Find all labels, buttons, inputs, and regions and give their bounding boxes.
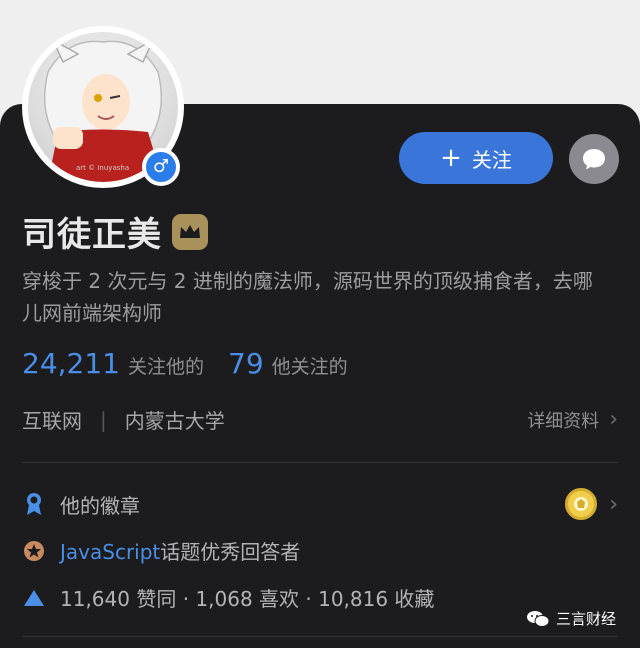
achievements-text: 11,640 赞同 · 1,068 喜欢 · 10,816 收藏 bbox=[60, 587, 435, 611]
star-badge-icon bbox=[22, 539, 46, 563]
following-label[interactable]: 他关注的 bbox=[272, 352, 348, 379]
gold-medal-icon bbox=[565, 488, 598, 520]
crown-icon[interactable] bbox=[172, 213, 208, 250]
ribbon-medal-icon bbox=[22, 492, 46, 516]
profile-bio: 穿梭于 2 次元与 2 进制的魔法师，源码世界的顶级捕食者，去哪儿网前端架构师 bbox=[22, 269, 593, 325]
meta-separator: | bbox=[100, 407, 107, 432]
section-divider bbox=[22, 462, 618, 463]
follow-label: 关注 bbox=[471, 147, 512, 172]
name-row: 司徒正美 bbox=[22, 207, 208, 256]
detail-label: 详细资料 bbox=[527, 410, 600, 432]
watermark-text: 三言财经 bbox=[556, 610, 617, 628]
industry-label: 互联网 bbox=[22, 409, 82, 433]
topic-row[interactable]: JavaScript话题优秀回答者 bbox=[22, 536, 618, 565]
watermark: 三言财经 bbox=[526, 608, 616, 629]
topic-suffix: 话题优秀回答者 bbox=[160, 540, 301, 564]
profile-meta: 互联网 | 内蒙古大学 详细资料 › bbox=[22, 405, 618, 434]
school-label: 内蒙古大学 bbox=[124, 409, 225, 433]
profile-name: 司徒正美 bbox=[22, 215, 162, 255]
badges-row[interactable]: 他的徽章 › bbox=[22, 488, 618, 520]
plus-icon: + bbox=[440, 143, 462, 173]
wechat-icon bbox=[527, 610, 550, 627]
upvote-triangle-icon bbox=[22, 586, 46, 610]
message-button[interactable] bbox=[569, 134, 619, 184]
bottom-divider bbox=[22, 636, 618, 637]
detail-link[interactable]: 详细资料 › bbox=[527, 407, 618, 433]
followers-count[interactable]: 24,211 bbox=[22, 347, 120, 380]
topic-name[interactable]: JavaScript bbox=[60, 540, 160, 564]
chevron-right-icon: › bbox=[609, 491, 618, 517]
badges-label: 他的徽章 bbox=[60, 493, 140, 518]
chevron-right-icon: › bbox=[609, 407, 618, 432]
follow-stats: 24,211 关注他的 79 他关注的 bbox=[22, 347, 372, 380]
followers-label[interactable]: 关注他的 bbox=[128, 352, 204, 379]
follow-button[interactable]: + 关注 bbox=[399, 132, 553, 184]
chat-bubble-icon bbox=[583, 149, 605, 170]
avatar-caption: art © Inuyasha bbox=[76, 164, 129, 172]
gender-male-icon: ♂ bbox=[142, 148, 180, 186]
following-count[interactable]: 79 bbox=[228, 347, 264, 380]
